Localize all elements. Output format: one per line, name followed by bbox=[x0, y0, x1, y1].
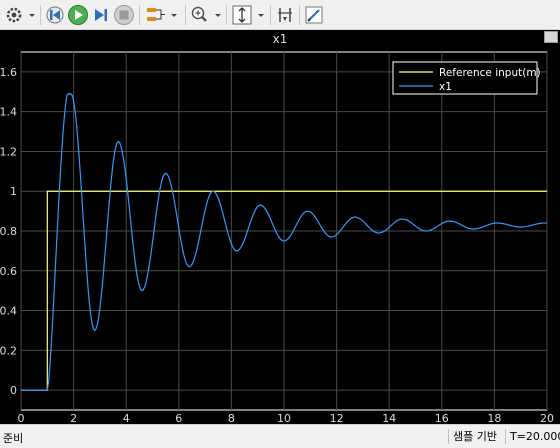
status-sample-mode: 샘플 기반 bbox=[448, 429, 501, 444]
y-tick-label: 1.4 bbox=[0, 106, 17, 119]
edit-icon bbox=[305, 6, 323, 24]
y-tick-label: 0 bbox=[10, 384, 17, 397]
legend-label: x1 bbox=[439, 81, 452, 93]
step-back-button[interactable] bbox=[45, 4, 65, 26]
highlight-signal-button[interactable] bbox=[144, 4, 180, 26]
x-tick-label: 14 bbox=[382, 412, 396, 424]
run-button[interactable] bbox=[67, 4, 89, 26]
x-tick-label: 10 bbox=[277, 412, 291, 424]
x-tick-label: 6 bbox=[175, 412, 182, 424]
edit-button[interactable] bbox=[304, 4, 324, 26]
step-forward-button[interactable] bbox=[91, 4, 111, 26]
cursor-measurements-button[interactable] bbox=[275, 4, 295, 26]
x-tick-label: 0 bbox=[18, 412, 25, 424]
legend[interactable]: Reference input(m) x1 bbox=[392, 61, 541, 95]
status-ready: 준비 bbox=[3, 432, 24, 445]
status-bar: 준비 샘플 기반 T=20.000 bbox=[0, 424, 560, 448]
cursor-measure-icon bbox=[278, 8, 292, 22]
legend-label: Reference input(m) bbox=[439, 67, 541, 79]
highlight-icon bbox=[147, 8, 177, 21]
step-forward-icon bbox=[95, 9, 107, 21]
zoom-button[interactable] bbox=[190, 4, 224, 26]
x-tick-label: 8 bbox=[228, 412, 235, 424]
y-tick-label: 0.4 bbox=[0, 305, 17, 318]
run-icon bbox=[68, 5, 88, 25]
y-tick-label: 0.2 bbox=[0, 344, 17, 357]
y-tick-label: 1 bbox=[10, 185, 17, 198]
x-tick-label: 16 bbox=[435, 412, 449, 424]
y-tick-label: 0.6 bbox=[0, 265, 17, 278]
y-tick-label: 1.6 bbox=[0, 66, 17, 79]
plot-area: 0 2 4 6 8 10 12 14 16 18 20 0 0.2 0.4 0.6 0.8 1 1.2 1.4 1.6… bbox=[0, 51, 554, 424]
stop-icon bbox=[114, 5, 134, 25]
x-tick-label: 4 bbox=[123, 412, 130, 424]
zoom-icon bbox=[191, 6, 221, 22]
y-tick-label: 1.2 bbox=[0, 145, 17, 158]
step-back-icon bbox=[46, 6, 64, 24]
settings-button[interactable] bbox=[4, 4, 38, 26]
gear-icon bbox=[6, 7, 35, 23]
y-tick-label: 0.8 bbox=[0, 225, 17, 238]
autoscale-button[interactable] bbox=[231, 4, 267, 26]
status-time: T=20.000 bbox=[505, 429, 560, 444]
x-tick-label: 18 bbox=[487, 412, 501, 424]
toolbar bbox=[0, 0, 560, 30]
x-tick-label: 2 bbox=[70, 412, 77, 424]
stop-button[interactable] bbox=[113, 4, 135, 26]
x-tick-label: 20 bbox=[540, 412, 554, 424]
autoscale-icon bbox=[232, 5, 264, 25]
x-tick-label: 12 bbox=[330, 412, 344, 424]
